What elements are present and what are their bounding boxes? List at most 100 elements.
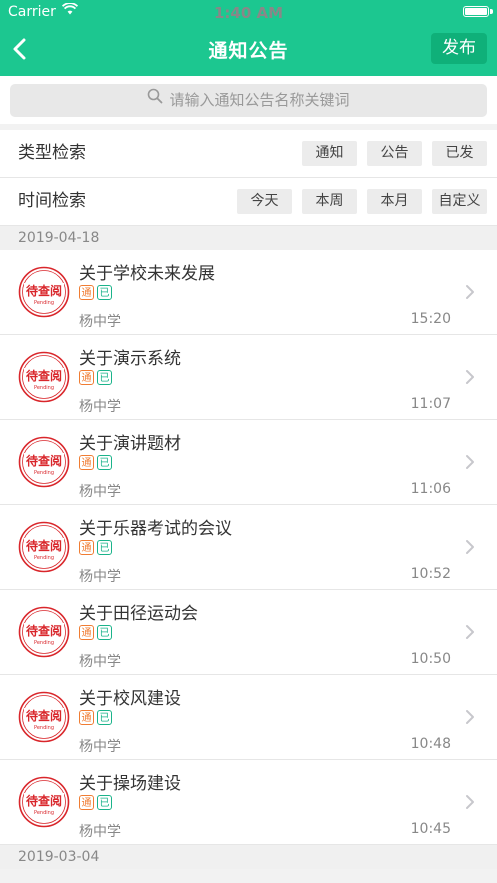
stamp-text: 待查阅 bbox=[26, 793, 62, 808]
notice-time: 10:45 bbox=[410, 821, 451, 837]
battery-icon bbox=[463, 6, 493, 17]
notice-type-badge: 通 bbox=[79, 285, 94, 300]
notice-status-badge: 已 bbox=[97, 370, 112, 385]
page-title: 通知公告 bbox=[208, 40, 289, 62]
time-chip-custom[interactable]: 自定义 bbox=[432, 189, 487, 214]
notice-list-item[interactable]: 待查阅 Pending 关于操场建设通已杨中学 10:45 bbox=[0, 760, 497, 845]
notice-title: 关于演示系统 bbox=[79, 349, 181, 369]
notice-status-badge: 已 bbox=[97, 710, 112, 725]
notice-type-badge: 通 bbox=[79, 795, 94, 810]
stamp-subtext: Pending bbox=[34, 810, 54, 816]
notice-time: 11:07 bbox=[410, 396, 451, 412]
notice-title: 关于田径运动会 bbox=[79, 604, 198, 624]
stamp-subtext: Pending bbox=[34, 300, 54, 306]
notice-time: 15:20 bbox=[410, 311, 451, 327]
stamp-subtext: Pending bbox=[34, 725, 54, 731]
time-filter-row: 时间检索 今天 本周 本月 自定义 bbox=[0, 178, 497, 226]
stamp-text: 待查阅 bbox=[26, 368, 62, 383]
notice-type-badge: 通 bbox=[79, 625, 94, 640]
search-placeholder: 请输入通知公告名称关键词 bbox=[169, 91, 350, 109]
notice-status-badge: 已 bbox=[97, 455, 112, 470]
search-icon bbox=[147, 83, 163, 116]
type-chip-sent[interactable]: 已发 bbox=[432, 141, 487, 166]
type-filter-chips: 通知 公告 已发 bbox=[302, 141, 487, 166]
notice-badges: 通已 bbox=[79, 625, 112, 640]
stamp-subtext: Pending bbox=[34, 555, 54, 561]
chevron-right-icon bbox=[465, 284, 475, 304]
stamp-text: 待查阅 bbox=[26, 453, 62, 468]
notice-title: 关于乐器考试的会议 bbox=[79, 519, 232, 539]
notice-sender: 杨中学 bbox=[79, 654, 121, 670]
pending-stamp-icon: 待查阅 Pending bbox=[18, 776, 70, 828]
header: Carrier 1:40 AM 通知公告 发布 bbox=[0, 0, 497, 76]
stamp-subtext: Pending bbox=[34, 385, 54, 391]
date-group-header: 2019-04-18 bbox=[0, 226, 497, 250]
notice-type-badge: 通 bbox=[79, 710, 94, 725]
notice-list-item[interactable]: 待查阅 Pending 关于演示系统通已杨中学 11:07 bbox=[0, 335, 497, 420]
status-bar: Carrier 1:40 AM bbox=[0, 0, 497, 24]
notice-list-item[interactable]: 待查阅 Pending 关于田径运动会通已杨中学 10:50 bbox=[0, 590, 497, 675]
notice-status-badge: 已 bbox=[97, 795, 112, 810]
time-chip-today[interactable]: 今天 bbox=[237, 189, 292, 214]
notice-time: 10:52 bbox=[410, 566, 451, 582]
stamp-text: 待查阅 bbox=[26, 538, 62, 553]
notice-type-badge: 通 bbox=[79, 370, 94, 385]
navigation-bar: 通知公告 发布 bbox=[0, 24, 497, 76]
stamp-text: 待查阅 bbox=[26, 708, 62, 723]
pending-stamp-icon: 待查阅 Pending bbox=[18, 606, 70, 658]
notice-type-badge: 通 bbox=[79, 455, 94, 470]
chevron-right-icon bbox=[465, 369, 475, 389]
time-chip-month[interactable]: 本月 bbox=[367, 189, 422, 214]
time-filter-chips: 今天 本周 本月 自定义 bbox=[237, 189, 487, 214]
stamp-subtext: Pending bbox=[34, 640, 54, 646]
notice-sender: 杨中学 bbox=[79, 484, 121, 500]
pending-stamp-icon: 待查阅 Pending bbox=[18, 691, 70, 743]
app-root: Carrier 1:40 AM 通知公告 发布 请输入通知公告名称关键词 类型检… bbox=[0, 0, 497, 883]
notice-sender: 杨中学 bbox=[79, 824, 121, 840]
stamp-text: 待查阅 bbox=[26, 283, 62, 298]
notice-list-item[interactable]: 待查阅 Pending 关于学校未来发展通已杨中学 15:20 bbox=[0, 250, 497, 335]
chevron-right-icon bbox=[465, 794, 475, 814]
type-chip-notice[interactable]: 通知 bbox=[302, 141, 357, 166]
search-input[interactable]: 请输入通知公告名称关键词 bbox=[10, 84, 487, 117]
notice-badges: 通已 bbox=[79, 710, 112, 725]
notice-time: 10:48 bbox=[410, 736, 451, 752]
time-filter-label: 时间检索 bbox=[18, 191, 86, 211]
chevron-right-icon bbox=[465, 539, 475, 559]
notice-badges: 通已 bbox=[79, 795, 112, 810]
notice-time: 11:06 bbox=[410, 481, 451, 497]
notice-status-badge: 已 bbox=[97, 625, 112, 640]
type-filter-label: 类型检索 bbox=[18, 143, 86, 163]
pending-stamp-icon: 待查阅 Pending bbox=[18, 436, 70, 488]
notice-type-badge: 通 bbox=[79, 540, 94, 555]
notice-badges: 通已 bbox=[79, 285, 112, 300]
status-time: 1:40 AM bbox=[213, 4, 284, 22]
chevron-right-icon bbox=[465, 454, 475, 474]
pending-stamp-icon: 待查阅 Pending bbox=[18, 351, 70, 403]
notice-time: 10:50 bbox=[410, 651, 451, 667]
type-chip-announcement[interactable]: 公告 bbox=[367, 141, 422, 166]
stamp-text: 待查阅 bbox=[26, 623, 62, 638]
notice-sender: 杨中学 bbox=[79, 569, 121, 585]
notice-list-item[interactable]: 待查阅 Pending 关于校风建设通已杨中学 10:48 bbox=[0, 675, 497, 760]
notice-badges: 通已 bbox=[79, 455, 112, 470]
notice-list-item[interactable]: 待查阅 Pending 关于演讲题材通已杨中学 11:06 bbox=[0, 420, 497, 505]
search-bar: 请输入通知公告名称关键词 bbox=[0, 76, 497, 124]
notice-badges: 通已 bbox=[79, 540, 112, 555]
notice-list: 2019-04-18 待查阅 Pending 关于学校未来发展通已杨中学 15:20 待查… bbox=[0, 226, 497, 869]
stamp-subtext: Pending bbox=[34, 470, 54, 476]
notice-status-badge: 已 bbox=[97, 540, 112, 555]
notice-badges: 通已 bbox=[79, 370, 112, 385]
publish-button[interactable]: 发布 bbox=[431, 33, 487, 64]
notice-title: 关于演讲题材 bbox=[79, 434, 181, 454]
notice-status-badge: 已 bbox=[97, 285, 112, 300]
notice-sender: 杨中学 bbox=[79, 399, 121, 415]
chevron-right-icon bbox=[465, 709, 475, 729]
pending-stamp-icon: 待查阅 Pending bbox=[18, 521, 70, 573]
notice-sender: 杨中学 bbox=[79, 314, 121, 330]
type-filter-row: 类型检索 通知 公告 已发 bbox=[0, 130, 497, 178]
notice-title: 关于校风建设 bbox=[79, 689, 181, 709]
notice-list-item[interactable]: 待查阅 Pending 关于乐器考试的会议通已杨中学 10:52 bbox=[0, 505, 497, 590]
time-chip-week[interactable]: 本周 bbox=[302, 189, 357, 214]
pending-stamp-icon: 待查阅 Pending bbox=[18, 266, 70, 318]
